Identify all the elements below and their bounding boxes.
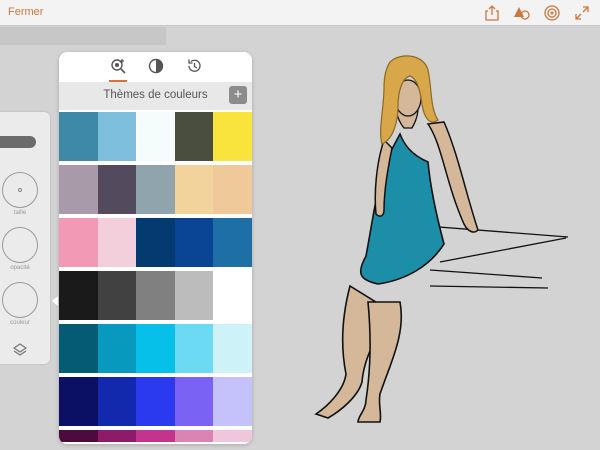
color-swatch[interactable] [97,324,137,373]
color-swatch[interactable] [174,377,214,426]
color-control[interactable] [2,282,38,318]
size-dot-icon [18,188,22,192]
color-theme-row[interactable] [59,324,252,373]
theme-list [59,112,252,442]
canvas-margin [0,27,166,45]
color-swatch[interactable] [136,165,175,214]
opacity-label: opacité [10,265,30,271]
color-swatch[interactable] [213,112,252,161]
color-swatch[interactable] [59,165,98,214]
layers-icon[interactable] [12,342,28,358]
color-theme-row[interactable] [59,112,252,161]
color-theme-row[interactable] [59,218,252,267]
color-wheel-tab[interactable] [147,58,165,79]
color-swatch[interactable] [174,218,214,267]
color-swatch[interactable] [59,112,98,161]
color-swatch[interactable] [136,112,175,161]
color-swatch[interactable] [59,271,98,320]
size-label: taille [13,210,27,216]
panel-pointer [52,296,58,306]
color-swatch[interactable] [213,324,252,373]
panel-tabs [59,52,252,82]
color-swatch[interactable] [174,271,214,320]
color-swatch[interactable] [136,377,175,426]
color-swatch[interactable] [97,271,137,320]
top-bar: Fermer [0,0,600,26]
color-swatch[interactable] [97,377,137,426]
top-toolbar [482,3,592,23]
color-swatch[interactable] [213,430,252,442]
color-swatch[interactable] [174,165,214,214]
color-swatch[interactable] [97,165,137,214]
color-label: couleur [10,320,30,326]
fullscreen-icon[interactable] [572,3,592,23]
shapes-icon[interactable] [512,3,532,23]
panel-title: Thèmes de couleurs [103,89,208,101]
color-swatch[interactable] [59,377,98,426]
add-theme-button[interactable]: + [229,86,247,104]
color-swatch[interactable] [213,377,252,426]
color-themes-panel: Thèmes de couleurs + [59,52,252,444]
brush-preview[interactable] [0,136,36,148]
color-swatch[interactable] [59,218,98,267]
color-theme-row[interactable] [59,377,252,426]
history-icon [186,58,202,79]
color-theme-row[interactable] [59,271,252,320]
color-swatch[interactable] [136,430,175,442]
color-swatch[interactable] [213,165,252,214]
target-icon[interactable] [542,3,562,23]
color-swatch[interactable] [97,112,137,161]
brush-tool-rail: taille opacité couleur [0,112,50,364]
figure-drawing [280,44,600,450]
color-swatch[interactable] [136,271,175,320]
color-swatch[interactable] [59,430,98,442]
opacity-control[interactable] [2,227,38,263]
color-swatch[interactable] [174,430,214,442]
color-swatch[interactable] [174,112,214,161]
color-swatch[interactable] [136,218,175,267]
close-button[interactable]: Fermer [8,6,43,18]
color-wheel-icon [148,58,164,79]
color-swatch[interactable] [213,218,252,267]
size-control[interactable] [2,172,38,208]
color-theme-row[interactable] [59,165,252,214]
color-swatch[interactable] [97,218,137,267]
color-swatch[interactable] [213,271,252,320]
color-swatch[interactable] [136,324,175,373]
color-theme-row[interactable] [59,430,252,442]
color-swatch[interactable] [174,324,214,373]
panel-header: Thèmes de couleurs + [59,82,252,110]
recent-colors-tab[interactable] [185,59,203,77]
color-themes-tab[interactable] [108,58,127,82]
color-swatch[interactable] [97,430,137,442]
color-search-icon [110,58,126,79]
color-swatch[interactable] [59,324,98,373]
share-icon[interactable] [482,3,502,23]
